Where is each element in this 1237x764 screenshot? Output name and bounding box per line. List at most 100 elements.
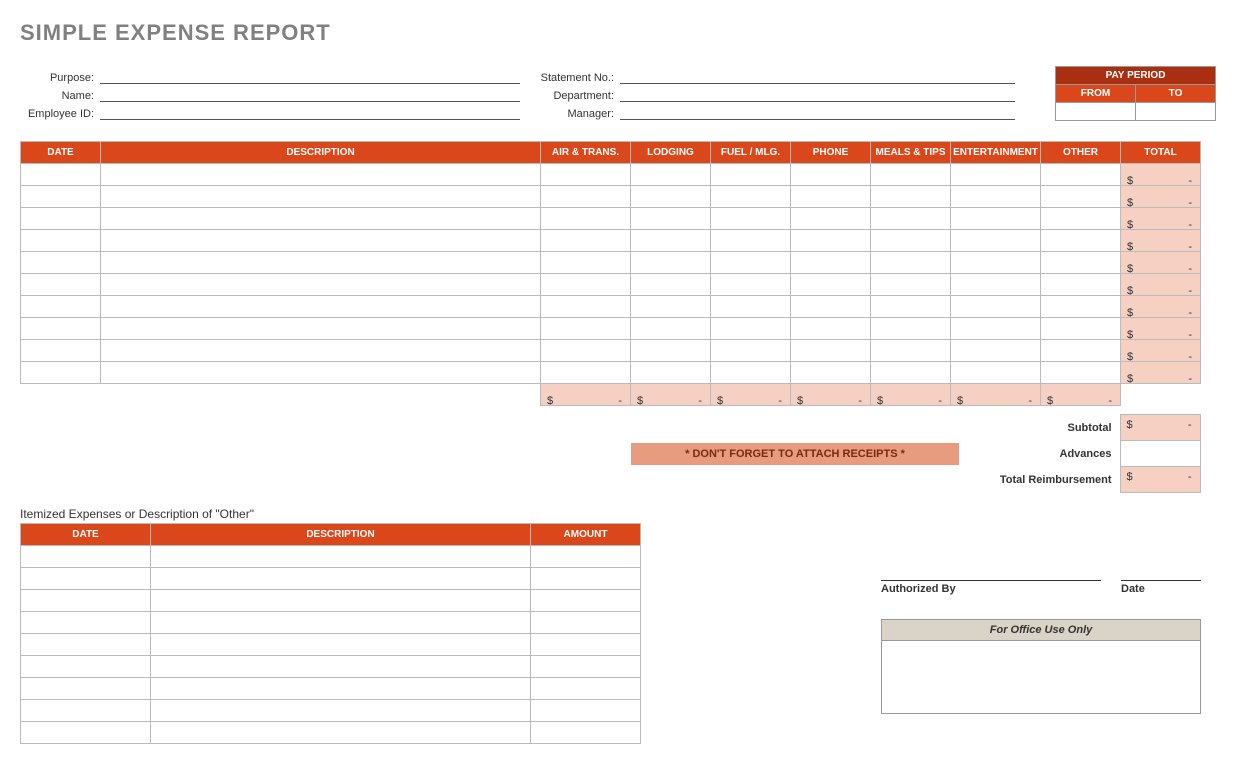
itemized-cell[interactable] (151, 700, 531, 722)
expense-cell[interactable] (541, 230, 631, 252)
expense-cell[interactable] (101, 318, 541, 340)
expense-cell[interactable] (871, 230, 951, 252)
expense-cell[interactable] (951, 186, 1041, 208)
authorized-by-input[interactable] (881, 563, 1101, 581)
expense-cell[interactable] (101, 208, 541, 230)
employee-id-input[interactable] (100, 104, 520, 120)
expense-cell[interactable] (21, 362, 101, 384)
expense-cell[interactable] (951, 296, 1041, 318)
expense-cell[interactable] (631, 274, 711, 296)
expense-cell[interactable] (1041, 340, 1121, 362)
expense-cell[interactable] (791, 230, 871, 252)
expense-cell[interactable] (951, 362, 1041, 384)
itemized-cell[interactable] (531, 568, 641, 590)
expense-cell[interactable] (711, 296, 791, 318)
expense-cell[interactable] (21, 340, 101, 362)
expense-cell[interactable] (711, 164, 791, 186)
expense-cell[interactable] (101, 274, 541, 296)
expense-cell[interactable] (21, 274, 101, 296)
itemized-cell[interactable] (21, 612, 151, 634)
expense-cell[interactable] (951, 230, 1041, 252)
department-input[interactable] (620, 86, 1015, 102)
expense-cell[interactable] (541, 340, 631, 362)
itemized-cell[interactable] (151, 568, 531, 590)
expense-cell[interactable] (21, 296, 101, 318)
itemized-cell[interactable] (531, 612, 641, 634)
expense-cell[interactable] (791, 186, 871, 208)
expense-cell[interactable] (541, 362, 631, 384)
pay-period-to-input[interactable] (1136, 103, 1216, 121)
itemized-cell[interactable] (21, 656, 151, 678)
expense-cell[interactable] (711, 340, 791, 362)
expense-cell[interactable] (1041, 164, 1121, 186)
itemized-cell[interactable] (21, 722, 151, 744)
name-input[interactable] (100, 86, 520, 102)
expense-cell[interactable] (21, 230, 101, 252)
expense-cell[interactable] (101, 186, 541, 208)
expense-cell[interactable] (1041, 362, 1121, 384)
expense-cell[interactable] (21, 208, 101, 230)
itemized-cell[interactable] (531, 590, 641, 612)
expense-cell[interactable] (791, 296, 871, 318)
itemized-cell[interactable] (151, 612, 531, 634)
expense-cell[interactable] (541, 186, 631, 208)
expense-cell[interactable] (791, 208, 871, 230)
expense-cell[interactable] (631, 252, 711, 274)
expense-cell[interactable] (871, 296, 951, 318)
expense-cell[interactable] (21, 186, 101, 208)
expense-cell[interactable] (791, 318, 871, 340)
expense-cell[interactable] (791, 340, 871, 362)
expense-cell[interactable] (1041, 252, 1121, 274)
expense-cell[interactable] (791, 252, 871, 274)
expense-cell[interactable] (1041, 208, 1121, 230)
manager-input[interactable] (620, 104, 1015, 120)
expense-cell[interactable] (711, 230, 791, 252)
itemized-cell[interactable] (531, 634, 641, 656)
expense-cell[interactable] (631, 186, 711, 208)
expense-cell[interactable] (631, 230, 711, 252)
expense-cell[interactable] (631, 340, 711, 362)
expense-cell[interactable] (541, 318, 631, 340)
expense-cell[interactable] (711, 362, 791, 384)
expense-cell[interactable] (631, 362, 711, 384)
expense-cell[interactable] (871, 208, 951, 230)
expense-cell[interactable] (711, 186, 791, 208)
itemized-cell[interactable] (151, 678, 531, 700)
expense-cell[interactable] (711, 208, 791, 230)
itemized-cell[interactable] (151, 590, 531, 612)
itemized-cell[interactable] (151, 546, 531, 568)
expense-cell[interactable] (541, 164, 631, 186)
itemized-cell[interactable] (531, 678, 641, 700)
advances-value[interactable] (1120, 441, 1200, 467)
expense-cell[interactable] (951, 340, 1041, 362)
office-use-body[interactable] (882, 641, 1200, 713)
expense-cell[interactable] (1041, 186, 1121, 208)
expense-cell[interactable] (711, 318, 791, 340)
expense-cell[interactable] (951, 164, 1041, 186)
expense-cell[interactable] (21, 164, 101, 186)
expense-cell[interactable] (871, 362, 951, 384)
expense-cell[interactable] (711, 252, 791, 274)
expense-cell[interactable] (871, 274, 951, 296)
expense-cell[interactable] (541, 274, 631, 296)
expense-cell[interactable] (631, 164, 711, 186)
itemized-cell[interactable] (21, 546, 151, 568)
expense-cell[interactable] (631, 296, 711, 318)
expense-cell[interactable] (101, 296, 541, 318)
expense-cell[interactable] (1041, 230, 1121, 252)
expense-cell[interactable] (101, 340, 541, 362)
itemized-cell[interactable] (21, 700, 151, 722)
expense-cell[interactable] (711, 274, 791, 296)
expense-cell[interactable] (541, 208, 631, 230)
statement-no-input[interactable] (620, 68, 1015, 84)
expense-cell[interactable] (791, 362, 871, 384)
expense-cell[interactable] (101, 362, 541, 384)
auth-date-input[interactable] (1121, 563, 1201, 581)
itemized-cell[interactable] (531, 700, 641, 722)
expense-cell[interactable] (871, 252, 951, 274)
expense-cell[interactable] (871, 164, 951, 186)
expense-cell[interactable] (631, 208, 711, 230)
expense-cell[interactable] (101, 252, 541, 274)
itemized-cell[interactable] (21, 678, 151, 700)
expense-cell[interactable] (631, 318, 711, 340)
